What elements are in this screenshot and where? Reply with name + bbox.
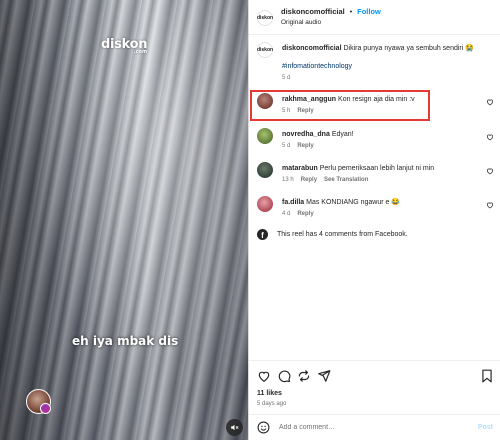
caption-age: 5 d [282, 75, 291, 81]
heart-icon[interactable] [486, 201, 494, 209]
reply-button[interactable]: Reply [297, 143, 313, 149]
likes-count[interactable]: 11 likes [257, 390, 282, 397]
facebook-icon: f [257, 229, 268, 240]
comment-icon[interactable] [277, 369, 291, 383]
bookmark-icon[interactable] [481, 369, 493, 383]
comment-age: 13 h [282, 177, 294, 183]
post-actions: 11 likes 5 days ago [249, 360, 500, 412]
add-comment-bar: Post [249, 414, 500, 440]
mute-button[interactable] [226, 419, 243, 436]
comment-age: 5 d [282, 143, 291, 149]
emoji-icon[interactable] [257, 421, 270, 434]
facebook-comments-note: f This reel has 4 comments from Facebook… [257, 229, 408, 240]
caption-username[interactable]: diskoncomofficial [282, 45, 342, 52]
avatar[interactable] [257, 93, 273, 109]
audio-label[interactable]: Original audio [281, 18, 381, 28]
post-timestamp: 5 days ago [257, 401, 287, 407]
heart-icon[interactable] [486, 98, 494, 106]
avatar[interactable] [257, 162, 273, 178]
avatar[interactable]: diskon [257, 10, 273, 26]
avatar[interactable]: diskon [257, 42, 273, 58]
like-heart-icon[interactable] [257, 369, 271, 383]
post-header: diskon diskoncomofficial • Follow Origin… [249, 0, 500, 34]
comments-panel: diskon diskoncomofficial • Follow Origin… [248, 0, 500, 440]
comment-age: 5 h [282, 108, 291, 114]
header-divider [249, 34, 500, 35]
comment-text: Mas KONDIANG ngawur e 😂 [306, 199, 401, 206]
post-comment-button[interactable]: Post [478, 424, 493, 431]
video-player[interactable]: diskon .com eh iya mbak dis [0, 0, 248, 440]
avatar[interactable] [257, 196, 273, 212]
separator-dot: • [349, 9, 353, 16]
comment-username[interactable]: fa.dilla [282, 199, 304, 206]
reply-button[interactable]: Reply [297, 211, 313, 217]
comment-username[interactable]: rakhma_anggun [282, 96, 336, 103]
comment-username[interactable]: matarabun [282, 165, 318, 172]
audio-badge-icon [40, 403, 51, 414]
comment-text: Perlu pemeriksaan lebih lanjut ni min [319, 165, 435, 172]
speaker-muted-icon [231, 424, 239, 431]
reply-button[interactable]: Reply [301, 177, 317, 183]
header-username[interactable]: diskoncomofficial [281, 7, 345, 16]
comment-username[interactable]: novredha_dna [282, 131, 330, 138]
heart-icon[interactable] [486, 167, 494, 175]
add-comment-input[interactable] [279, 424, 464, 431]
heart-icon[interactable] [486, 133, 494, 141]
follow-button[interactable]: Follow [357, 7, 381, 16]
reply-button[interactable]: Reply [297, 108, 313, 114]
caption-text: Dikira punya nyawa ya sembuh sendiri 😭 [343, 45, 474, 52]
share-icon[interactable] [317, 369, 331, 383]
comment-age: 4 d [282, 211, 291, 217]
video-caption: eh iya mbak dis [72, 334, 179, 348]
facebook-note-text: This reel has 4 comments from Facebook. [277, 231, 408, 238]
comment-text: Edyan! [331, 131, 354, 138]
hashtag-link[interactable]: #infomationtechnology [282, 62, 481, 71]
repost-icon[interactable] [297, 369, 311, 383]
reel-viewer: diskon .com eh iya mbak dis diskon disko… [0, 0, 500, 440]
see-translation-button[interactable]: See Translation [324, 177, 368, 183]
avatar[interactable] [257, 128, 273, 144]
comment-text: Kon resign aja dia min :v [338, 96, 415, 103]
video-watermark: diskon .com [101, 37, 148, 55]
